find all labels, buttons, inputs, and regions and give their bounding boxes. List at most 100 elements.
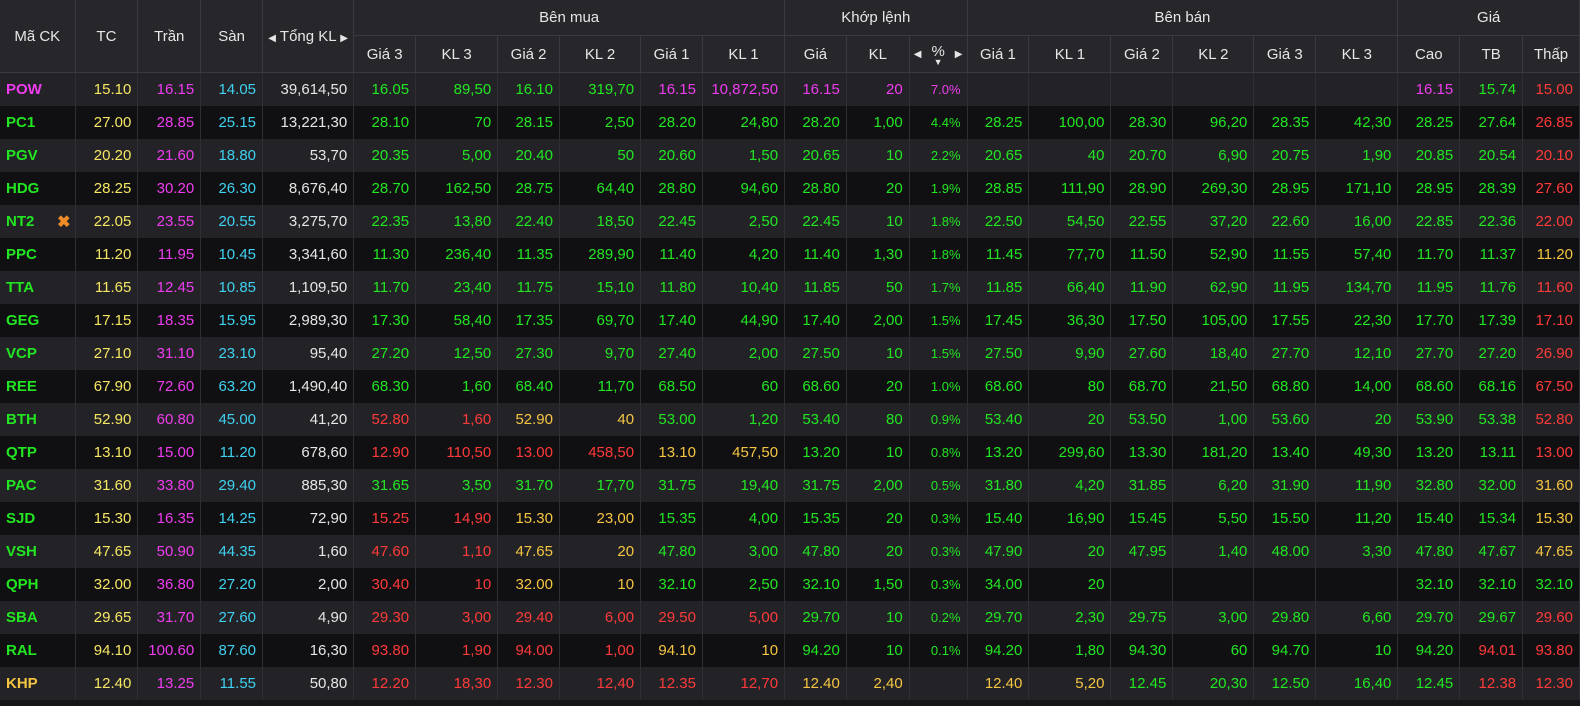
table-row[interactable]: QPH 32.00 36.80 27.20 2,00 30.40 10 32.00 10 32.1… <box>0 568 1580 601</box>
table-row[interactable]: PPC 11.20 11.95 10.45 3,341,60 11.30 236,40 11.… <box>0 238 1580 271</box>
cell-symbol[interactable]: VSH <box>0 535 76 568</box>
cell-symbol[interactable]: PPC <box>0 238 76 271</box>
sell-col-header[interactable]: KL 1 <box>1028 35 1112 73</box>
cell-bid-price-2: 15.30 <box>497 502 560 535</box>
col-symbol-header[interactable]: Mã CK <box>0 0 76 73</box>
caret-right-icon[interactable]: ▶ <box>340 33 348 44</box>
col-ref-header[interactable]: TC <box>75 0 139 73</box>
table-row[interactable]: KHP 12.40 13.25 11.55 50,80 12.20 18,30 12.30 12… <box>0 667 1580 700</box>
cell-bid-volume-2: 12,40 <box>559 667 642 700</box>
caret-right-icon[interactable]: ▶ <box>955 49 963 60</box>
cell-ask-volume-1: 20 <box>1028 535 1112 568</box>
cell-ask-volume-2: 269,30 <box>1172 172 1255 205</box>
table-row[interactable]: SJD 15.30 16.35 14.25 72,90 15.25 14,90 15.30 23… <box>0 502 1580 535</box>
cell-symbol[interactable]: TTA <box>0 271 76 304</box>
cell-symbol[interactable]: POW <box>0 72 76 106</box>
table-row[interactable]: REE 67.90 72.60 63.20 1,490,40 68.30 1,60 68.40… <box>0 370 1580 403</box>
cell-symbol[interactable]: QTP <box>0 436 76 469</box>
cell-ask-price-2: 94.30 <box>1110 634 1174 667</box>
buy-col-header[interactable]: Giá 3 <box>353 35 417 73</box>
close-x-icon[interactable]: ✖ <box>57 212 70 232</box>
table-row[interactable]: BTH 52.90 60.80 45.00 41,20 52.80 1,60 52.90 40 5… <box>0 403 1580 436</box>
cell-ask-price-1: 28.25 <box>967 106 1030 139</box>
cell-bid-volume-1: 4,20 <box>702 238 786 271</box>
cell-ask-price-1: 22.50 <box>967 205 1030 238</box>
cell-match-price: 13.20 <box>784 436 847 469</box>
cell-average: 11.37 <box>1459 238 1524 271</box>
cell-ask-price-3: 53.60 <box>1253 403 1317 436</box>
sell-col-header[interactable]: KL 2 <box>1172 35 1255 73</box>
sell-col-header[interactable]: KL 3 <box>1315 35 1399 73</box>
cell-average: 68.16 <box>1459 370 1524 403</box>
table-row[interactable]: QTP 13.10 15.00 11.20 678,60 12.90 110,50 13.00… <box>0 436 1580 469</box>
cell-high: 68.60 <box>1397 370 1461 403</box>
buy-col-header[interactable]: KL 2 <box>559 35 642 73</box>
cell-match-percent: 1.5% <box>909 337 968 370</box>
table-row[interactable]: PGV 20.20 21.60 18.80 53,70 20.35 5,00 20.40 50 2… <box>0 139 1580 172</box>
cell-symbol[interactable]: GEG <box>0 304 76 337</box>
buy-col-header[interactable]: KL 3 <box>415 35 499 73</box>
price-col-header[interactable]: TB <box>1459 35 1524 73</box>
cell-low: 12.30 <box>1522 667 1580 700</box>
price-col-header[interactable]: Thấp <box>1522 35 1580 73</box>
cell-symbol[interactable]: PGV <box>0 139 76 172</box>
table-row[interactable]: POW 15.10 16.15 14.05 39,614,50 16.05 89,50 16.… <box>0 72 1580 106</box>
caret-left-icon[interactable]: ◀ <box>268 33 276 44</box>
match-price-header[interactable]: Giá <box>784 35 847 73</box>
col-ceil-header[interactable]: Trần <box>137 0 202 73</box>
cell-symbol[interactable]: SJD <box>0 502 76 535</box>
cell-match-volume: 20 <box>846 502 910 535</box>
cell-symbol[interactable]: BTH <box>0 403 76 436</box>
cell-match-volume: 1,30 <box>846 238 910 271</box>
sell-col-header[interactable]: Giá 2 <box>1110 35 1174 73</box>
table-row[interactable]: GEG 17.15 18.35 15.95 2,989,30 17.30 58,40 17.3… <box>0 304 1580 337</box>
cell-symbol[interactable]: VCP <box>0 337 76 370</box>
cell-symbol[interactable]: SBA <box>0 601 76 634</box>
table-row[interactable]: VSH 47.65 50.90 44.35 1,60 47.60 1,10 47.65 20 47… <box>0 535 1580 568</box>
caret-left-icon[interactable]: ◀ <box>914 49 922 60</box>
cell-symbol[interactable]: PC1 <box>0 106 76 139</box>
cell-bid-volume-1: 4,00 <box>702 502 786 535</box>
buy-col-header[interactable]: KL 1 <box>702 35 786 73</box>
col-total-volume-header[interactable]: ◀ Tổng KL ▶ <box>262 0 355 73</box>
match-percent-header[interactable]: ◀% ▼ ▶ <box>909 35 968 73</box>
cell-symbol[interactable]: HDG <box>0 172 76 205</box>
table-row[interactable]: RAL 94.10 100.60 87.60 16,30 93.80 1,90 94.00 1,… <box>0 634 1580 667</box>
cell-bid-price-1: 11.40 <box>640 238 703 271</box>
cell-symbol[interactable]: RAL <box>0 634 76 667</box>
price-col-header[interactable]: Cao <box>1397 35 1461 73</box>
cell-ask-volume-1: 77,70 <box>1028 238 1112 271</box>
table-row[interactable]: SBA 29.65 31.70 27.60 4,90 29.30 3,00 29.40 6,00… <box>0 601 1580 634</box>
symbol-label: TTA <box>6 279 35 296</box>
cell-average: 32.00 <box>1459 469 1524 502</box>
cell-bid-price-1: 17.40 <box>640 304 703 337</box>
cell-match-percent: 0.2% <box>909 601 968 634</box>
cell-symbol[interactable]: REE <box>0 370 76 403</box>
table-row[interactable]: HDG 28.25 30.20 26.30 8,676,40 28.70 162,50 28.… <box>0 172 1580 205</box>
cell-floor: 87.60 <box>200 634 264 667</box>
table-row[interactable]: VCP 27.10 31.10 23.10 95,40 27.20 12,50 27.30 9,… <box>0 337 1580 370</box>
buy-col-header[interactable]: Giá 1 <box>640 35 703 73</box>
sell-col-header[interactable]: Giá 3 <box>1253 35 1317 73</box>
cell-ask-volume-3: 22,30 <box>1315 304 1399 337</box>
cell-symbol[interactable]: QPH <box>0 568 76 601</box>
cell-ceiling: 36.80 <box>137 568 202 601</box>
cell-symbol[interactable]: PAC <box>0 469 76 502</box>
table-row[interactable]: NT2 ✖ 22.05 23.55 20.55 3,275,70 22.35 13,80 22.… <box>0 205 1580 238</box>
sell-col-header[interactable]: Giá 1 <box>967 35 1030 73</box>
cell-bid-price-3: 16.05 <box>353 72 417 106</box>
col-floor-header[interactable]: Sàn <box>200 0 264 73</box>
table-row[interactable]: PAC 31.60 33.80 29.40 885,30 31.65 3,50 31.70 17… <box>0 469 1580 502</box>
cell-total-volume: 39,614,50 <box>262 72 355 106</box>
cell-symbol[interactable]: KHP <box>0 667 76 700</box>
cell-ask-price-2: 11.90 <box>1110 271 1174 304</box>
match-volume-header[interactable]: KL <box>846 35 910 73</box>
cell-match-percent: 0.3% <box>909 502 968 535</box>
table-row[interactable]: PC1 27.00 28.85 25.15 13,221,30 28.10 70 28.15 2… <box>0 106 1580 139</box>
table-row[interactable]: TTA 11.65 12.45 10.85 1,109,50 11.70 23,40 11.7… <box>0 271 1580 304</box>
total-volume-label: Tổng KL <box>279 27 337 45</box>
cell-bid-volume-3: 236,40 <box>415 238 499 271</box>
buy-col-header[interactable]: Giá 2 <box>497 35 560 73</box>
cell-symbol[interactable]: NT2 ✖ <box>0 205 76 238</box>
symbol-label: PPC <box>6 246 37 263</box>
